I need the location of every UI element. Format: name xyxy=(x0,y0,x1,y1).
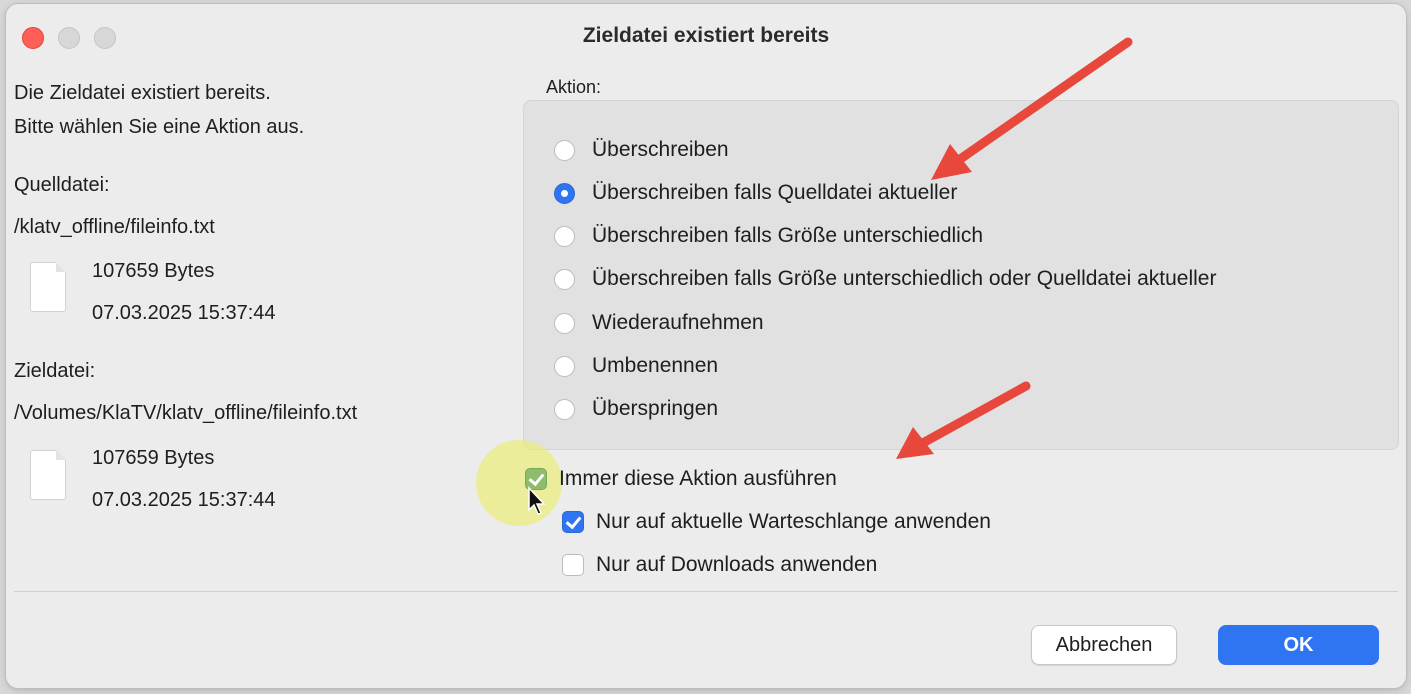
message-line-2: Bitte wählen Sie eine Aktion aus. xyxy=(14,116,305,138)
target-file-icon xyxy=(30,450,66,500)
radio-button[interactable] xyxy=(554,312,575,334)
checkbox-queue-only[interactable]: Nur auf aktuelle Warteschlange anwenden xyxy=(562,507,991,537)
radio-option-overwrite-if-newer[interactable]: Überschreiben falls Quelldatei aktueller xyxy=(554,178,957,208)
radio-label: Überschreiben xyxy=(592,138,729,161)
ok-button[interactable]: OK xyxy=(1218,625,1379,665)
radio-button[interactable] xyxy=(554,139,575,161)
message-line-1: Die Zieldatei existiert bereits. xyxy=(14,82,271,104)
radio-option-overwrite[interactable]: Überschreiben xyxy=(554,135,729,165)
radio-label: Überschreiben falls Größe unterschiedlic… xyxy=(592,267,1217,290)
window-title: Zieldatei existiert bereits xyxy=(582,24,830,47)
title-bar: Zieldatei existiert bereits xyxy=(6,4,1406,64)
source-label: Quelldatei: xyxy=(14,174,110,196)
radio-option-overwrite-if-size-differs-or-newer[interactable]: Überschreiben falls Größe unterschiedlic… xyxy=(554,264,1216,294)
target-label: Zieldatei: xyxy=(14,360,96,382)
target-date: 07.03.2025 15:37:44 xyxy=(92,489,276,511)
checkbox-downloads-only[interactable]: Nur auf Downloads anwenden xyxy=(562,550,877,580)
source-date: 07.03.2025 15:37:44 xyxy=(92,302,276,324)
radio-label: Wiederaufnehmen xyxy=(592,311,764,334)
mouse-pointer-icon xyxy=(528,486,546,515)
radio-button[interactable] xyxy=(554,268,575,290)
checkbox-queue[interactable] xyxy=(562,511,584,533)
radio-button[interactable] xyxy=(554,355,575,377)
target-path: /Volumes/KlaTV/klatv_offline/fileinfo.tx… xyxy=(14,402,358,424)
radio-button-selected[interactable] xyxy=(554,182,575,204)
radio-label: Überspringen xyxy=(592,397,719,420)
action-label: Aktion: xyxy=(546,77,602,97)
checkbox-downloads[interactable] xyxy=(562,554,584,576)
source-path: /klatv_offline/fileinfo.txt xyxy=(14,216,215,238)
radio-option-resume[interactable]: Wiederaufnehmen xyxy=(554,308,764,338)
footer-separator xyxy=(14,591,1398,592)
radio-option-overwrite-if-size-differs[interactable]: Überschreiben falls Größe unterschiedlic… xyxy=(554,221,983,251)
radio-label: Überschreiben falls Größe unterschiedlic… xyxy=(592,224,984,247)
checkbox-always-label: Immer diese Aktion ausführen xyxy=(559,467,837,490)
radio-button[interactable] xyxy=(554,225,575,247)
radio-option-skip[interactable]: Überspringen xyxy=(554,394,718,424)
checkbox-downloads-label: Nur auf Downloads anwenden xyxy=(596,553,878,576)
checkbox-always-do-this[interactable]: Immer diese Aktion ausführen xyxy=(525,464,837,494)
radio-option-rename[interactable]: Umbenennen xyxy=(554,351,718,381)
checkbox-queue-label: Nur auf aktuelle Warteschlange anwenden xyxy=(596,510,991,533)
radio-label: Überschreiben falls Quelldatei aktueller xyxy=(592,181,958,204)
source-size: 107659 Bytes xyxy=(92,260,215,282)
target-size: 107659 Bytes xyxy=(92,447,215,469)
source-file-icon xyxy=(30,262,66,312)
dialog-window: Zieldatei existiert bereits Die Zieldate… xyxy=(6,4,1406,688)
radio-button[interactable] xyxy=(554,398,575,420)
cancel-button[interactable]: Abbrechen xyxy=(1031,625,1177,665)
radio-label: Umbenennen xyxy=(592,354,719,377)
